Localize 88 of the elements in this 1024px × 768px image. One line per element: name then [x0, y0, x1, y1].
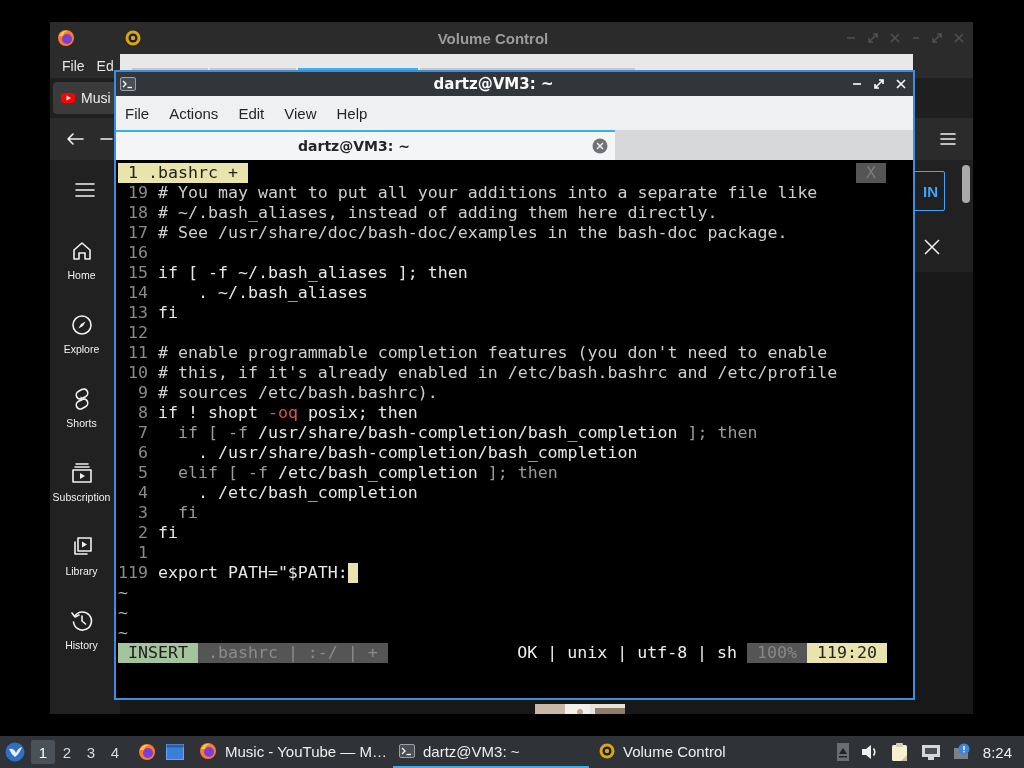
line-number: 12 [127, 323, 148, 343]
speaker-icon [599, 743, 615, 759]
workspace-button[interactable]: 3 [79, 740, 103, 764]
start-menu-icon[interactable] [5, 742, 25, 762]
code-line: elif [ -f /etc/bash_completion ]; then [176, 463, 558, 483]
line-number: 11 [127, 343, 148, 363]
line-number: 9 [137, 383, 148, 403]
code-line: # See /usr/share/doc/bash-doc/examples in the bash-doc package. [158, 223, 788, 243]
code-line: . /usr/share/bash-completion/bash_completion [196, 443, 638, 463]
network-icon[interactable] [920, 744, 941, 760]
workspace-button[interactable]: 4 [103, 740, 127, 764]
line-number: 16 [127, 243, 148, 263]
sidebar-item[interactable]: Subscription [50, 461, 113, 535]
browser-tab[interactable]: Musi [53, 82, 114, 114]
taskbar-button[interactable]: dartz@VM3: ~ [393, 736, 589, 768]
line-number: 119 [118, 563, 148, 583]
line-number: 13 [127, 303, 148, 323]
clipboard-icon[interactable] [890, 742, 909, 762]
menu-icon[interactable] [75, 182, 95, 198]
subscriptions-icon [69, 461, 94, 485]
sidebar-item[interactable]: Explore [50, 313, 113, 387]
line-number: 15 [127, 263, 148, 283]
terminal-tab[interactable]: dartz@VM3: ~ [116, 130, 615, 160]
taskbar-button[interactable]: Volume Control [593, 736, 789, 768]
code-line: fi [158, 523, 178, 543]
window-title: dartz@VM3: ~ [432, 75, 555, 93]
taskbar-button[interactable]: Music - YouTube — M… [193, 736, 389, 768]
line-number: 19 [127, 183, 148, 203]
code-line: . ~/.bash_aliases [196, 283, 368, 303]
workspace-button[interactable]: 2 [55, 740, 79, 764]
empty-line-marker: ~ [118, 583, 128, 603]
back-arrow-icon[interactable] [66, 132, 84, 146]
empty-line-marker: ~ [118, 603, 128, 623]
workspace-button[interactable]: 1 [31, 740, 55, 764]
empty-line-marker: ~ [118, 623, 128, 643]
status-text: OK | unix | utf-8 | sh [517, 643, 739, 663]
sidebar-item[interactable]: Home [50, 239, 113, 313]
code-line: # You may want to put all your additions into a separate file like [158, 183, 818, 203]
firefox-icon[interactable] [138, 743, 156, 761]
speaker-icon [125, 30, 141, 46]
terminal-icon [399, 744, 415, 758]
firefox-icon [57, 29, 75, 47]
menu-item[interactable]: File [125, 104, 150, 122]
line-number: 17 [127, 223, 148, 243]
code-line: if [ -f ~/.bash_aliases ]; then [158, 263, 468, 283]
line-number: 10 [127, 363, 148, 383]
menu-item[interactable]: View [284, 104, 317, 122]
code-line: # this, if it's already enabled in /etc/bash.bashrc and /etc/profile [158, 363, 838, 383]
notification-icon[interactable] [952, 743, 971, 761]
code-line: . /etc/bash_completion [196, 483, 418, 503]
sidebar-item[interactable]: Library [50, 535, 113, 609]
menu-item[interactable]: File [62, 58, 85, 74]
scrollbar-thumb[interactable] [962, 165, 970, 203]
clock: 8:24 [982, 743, 1012, 761]
code-line: # enable programmable completion features (you don't need to enable [158, 343, 828, 363]
code-line: fi [176, 503, 198, 523]
line-number: 4 [137, 483, 148, 503]
menu-item[interactable]: Edit [238, 104, 265, 122]
window-title: Volume Control [436, 29, 550, 47]
terminal-icon [120, 77, 136, 91]
line-number: 5 [137, 463, 148, 483]
code-line: if ! shopt -oq posix; then [158, 403, 418, 423]
code-line: if [ -f /usr/share/bash-completion/bash_completion ]; then [176, 423, 758, 443]
compass-icon [69, 313, 94, 337]
line-number: 8 [137, 403, 148, 423]
menu-item[interactable]: Help [336, 104, 368, 122]
mode-indicator: INSERT [118, 643, 198, 663]
line-number: 14 [127, 283, 148, 303]
firefox-icon [199, 742, 217, 760]
play-icon [61, 93, 75, 103]
line-number: 1 [137, 543, 148, 563]
menu-icon[interactable] [940, 132, 956, 146]
sidebar-item[interactable]: Shorts [50, 387, 113, 461]
line-number: 7 [137, 423, 148, 443]
sidebar-item[interactable]: History [50, 609, 113, 683]
menu-item[interactable]: Ed [96, 58, 114, 74]
code-line: # ~/.bash_aliases, instead of adding them here directly. [158, 203, 718, 223]
cursor-position: 119:20 [807, 643, 887, 663]
history-icon [69, 609, 94, 633]
buffer-tab[interactable]: 1 .bashrc + [118, 163, 248, 183]
line-number: 2 [137, 523, 148, 543]
code-line: export PATH="$PATH: [158, 563, 348, 583]
line-number: 3 [137, 503, 148, 523]
line-number: 18 [127, 203, 148, 223]
code-line: # sources /etc/bash.bashrc). [158, 383, 438, 403]
code-line: fi [158, 303, 178, 323]
menu-item[interactable]: Actions [169, 104, 219, 122]
line-number: 6 [137, 443, 148, 463]
